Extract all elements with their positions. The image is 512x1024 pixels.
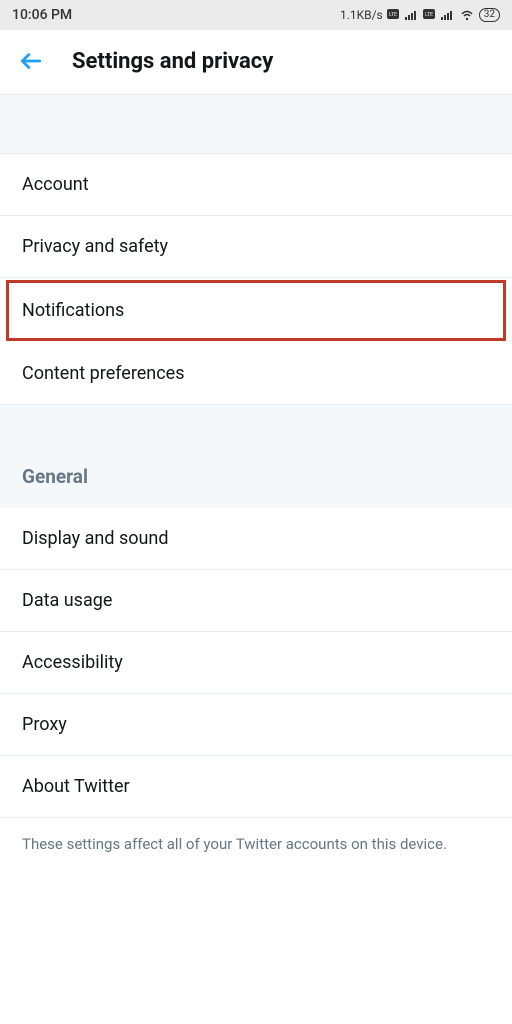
lte-icon-1: LTE [387,9,401,21]
status-speed: 1.1KB/s [340,8,383,22]
svg-text:LTE: LTE [389,12,397,18]
settings-item-account[interactable]: Account [0,154,512,216]
section-gap [0,405,512,439]
footer-note: These settings affect all of your Twitte… [0,818,512,871]
status-indicators: 1.1KB/s LTE LTE 32 [340,8,500,22]
settings-item-notifications[interactable]: Notifications [6,280,506,341]
wifi-icon [459,9,475,21]
settings-item-privacy-safety[interactable]: Privacy and safety [0,216,512,278]
settings-item-about-twitter[interactable]: About Twitter [0,756,512,818]
page-title: Settings and privacy [72,49,273,74]
settings-item-data-usage[interactable]: Data usage [0,570,512,632]
settings-item-proxy[interactable]: Proxy [0,694,512,756]
settings-item-content-preferences[interactable]: Content preferences [0,343,512,405]
app-header: Settings and privacy [0,30,512,94]
back-button[interactable] [18,48,44,74]
username-section [0,95,512,153]
settings-item-accessibility[interactable]: Accessibility [0,632,512,694]
lte-icon-2: LTE [423,9,437,21]
signal-icon-2 [441,9,455,21]
section-header-general: General [0,439,512,508]
status-bar: 10:06 PM 1.1KB/s LTE LTE 32 [0,0,512,30]
settings-item-display-sound[interactable]: Display and sound [0,508,512,570]
signal-icon-1 [405,9,419,21]
status-time: 10:06 PM [12,7,72,23]
highlight-wrap: Notifications [0,278,512,343]
battery-icon: 32 [479,8,500,22]
svg-text:LTE: LTE [425,12,433,18]
